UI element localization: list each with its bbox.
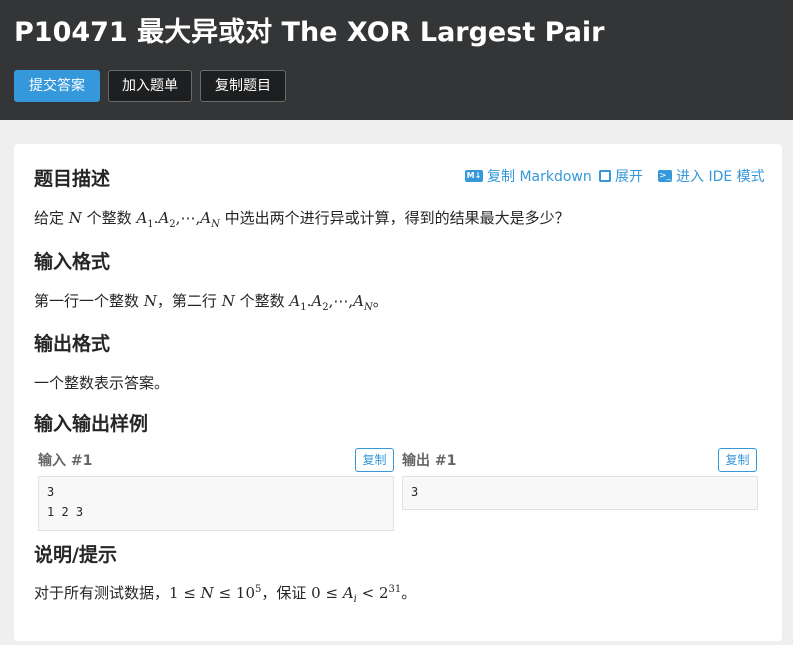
- sample-output-line: 3: [411, 485, 419, 499]
- sample-input-line: 1 2 3: [47, 505, 84, 519]
- output-format-heading: 输出格式: [34, 333, 111, 355]
- sample-input-line: 3: [47, 485, 55, 499]
- expand-link[interactable]: 展开: [599, 166, 643, 186]
- description-text: 给定 N 个整数 A1.A2,⋯,AN 中选出两个进行异或计算，得到的结果最大是…: [34, 209, 570, 230]
- expand-label: 展开: [615, 169, 643, 185]
- copy-problem-button[interactable]: 复制题目: [200, 70, 286, 102]
- copy-output-button[interactable]: 复制: [718, 448, 757, 472]
- description-heading: 题目描述: [34, 168, 111, 190]
- samples-heading: 输入输出样例: [34, 413, 149, 435]
- expand-icon: [599, 170, 611, 182]
- ide-mode-link[interactable]: >_ 进入 IDE 模式: [658, 166, 765, 186]
- problem-title: P10471 最大异或对 The XOR Largest Pair: [14, 17, 605, 48]
- hint-text: 对于所有测试数据，1 ≤ N ≤ 105，保证 0 ≤ Ai < 231。: [34, 584, 417, 605]
- sample-output-box[interactable]: 3: [402, 476, 758, 510]
- problem-header: P10471 最大异或对 The XOR Largest Pair 提交答案 加…: [0, 0, 793, 120]
- terminal-icon: >_: [658, 170, 672, 182]
- hint-heading: 说明/提示: [34, 544, 117, 566]
- copy-input-button[interactable]: 复制: [355, 448, 394, 472]
- sample-input-box[interactable]: 3 1 2 3: [38, 476, 394, 531]
- problem-card: 题目描述 M↓ 复制 Markdown 展开 >_ 进入 IDE 模式 给定 N…: [14, 144, 782, 641]
- markdown-icon: M↓: [465, 170, 483, 182]
- submit-answer-button[interactable]: 提交答案: [14, 70, 100, 102]
- copy-markdown-link[interactable]: M↓ 复制 Markdown: [465, 166, 592, 186]
- input-format-text: 第一行一个整数 N，第二行 N 个整数 A1.A2,⋯,AN。: [34, 292, 388, 313]
- copy-markdown-label: 复制 Markdown: [487, 169, 592, 185]
- ide-mode-label: 进入 IDE 模式: [676, 169, 765, 185]
- add-to-list-button[interactable]: 加入题单: [108, 70, 192, 102]
- sample-input-label: 输入 #1: [38, 453, 93, 469]
- sample-output-label: 输出 #1: [402, 453, 457, 469]
- output-format-text: 一个整数表示答案。: [34, 374, 170, 392]
- input-format-heading: 输入格式: [34, 251, 111, 273]
